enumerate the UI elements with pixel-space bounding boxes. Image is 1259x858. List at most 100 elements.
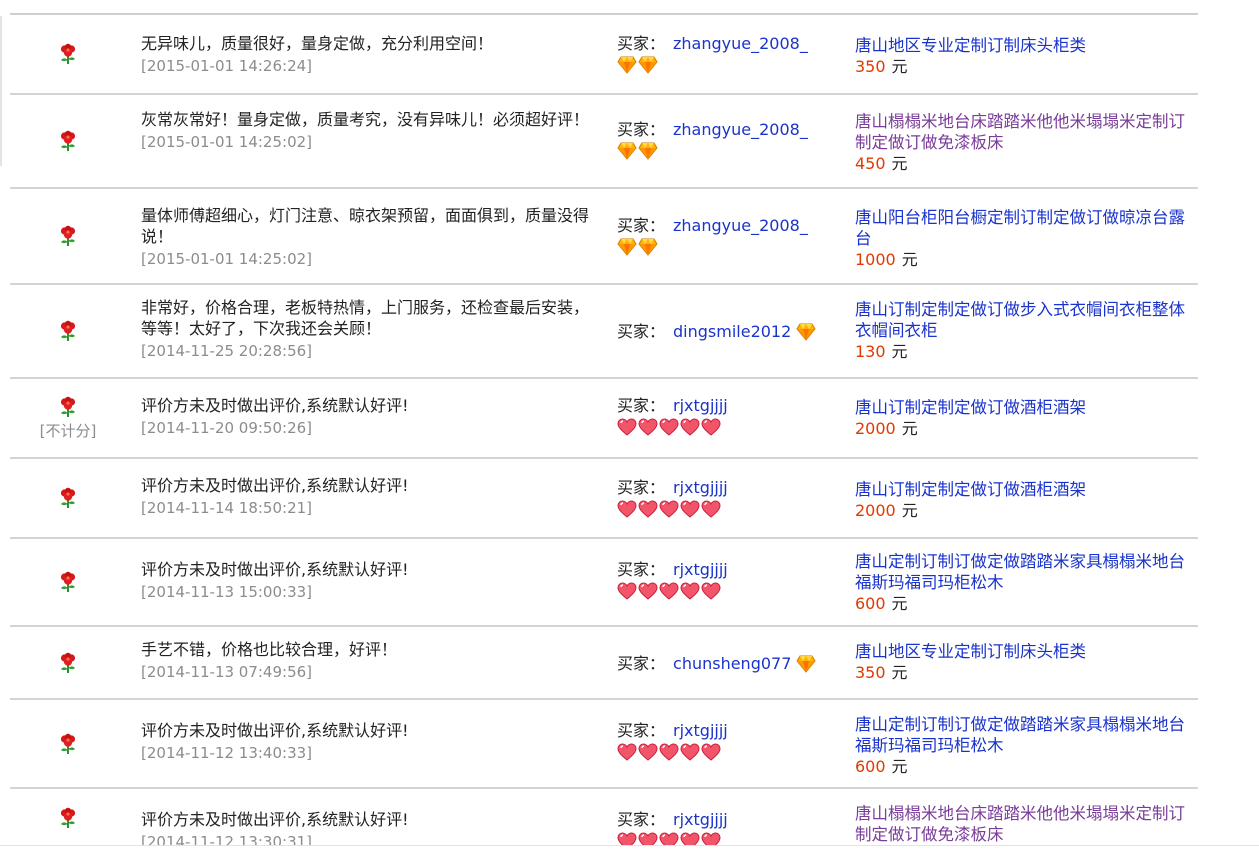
buyer-label: 买家： (617, 478, 666, 497)
review-time: [2014-11-20 09:50:26] (141, 419, 313, 437)
review-comment: 非常好，价格合理，老板特热情，上门服务，还检查最后安装，等等！太好了，下次我还会… (141, 298, 590, 338)
heart-icon (701, 418, 721, 436)
red-flower-icon (57, 225, 79, 247)
red-flower-icon (57, 571, 79, 593)
product-price: 130 (855, 342, 886, 361)
product-cell: 唐山定制订制订做定做踏踏米家具榻榻米地台福斯玛福司玛柜松木 600 元 (855, 551, 1185, 614)
product-price: 2000 (855, 419, 896, 438)
heart-icon (701, 500, 721, 518)
comment-cell: 手艺不错，价格也比较合理，好评！ [2014-11-13 07:49:56] (141, 639, 601, 683)
red-flower-icon (57, 130, 79, 152)
product-link[interactable]: 唐山定制订制订做定做踏踏米家具榻榻米地台福斯玛福司玛柜松木 (855, 551, 1185, 593)
buyer-credit-badges (617, 237, 847, 257)
product-link[interactable]: 唐山订制定制定做订做酒柜酒架 (855, 397, 1185, 418)
diamond-icon (638, 142, 658, 160)
product-link[interactable]: 唐山榻榻米地台床踏踏米他他米塌塌米定制订制定做订做免漆板床 (855, 803, 1185, 845)
buyer-name-link[interactable]: zhangyue_2008_ (673, 215, 808, 236)
heart-icon (617, 500, 637, 518)
product-cell: 唐山地区专业定制订制床头柜类 350 元 (855, 35, 1185, 77)
review-time: [2015-01-01 14:25:02] (141, 250, 313, 268)
rating-cell (10, 459, 126, 537)
buyer-line: 买家： rjxtgjjjj (617, 720, 847, 741)
product-cell: 唐山订制定制定做订做酒柜酒架 2000 元 (855, 397, 1185, 439)
bottom-edge (0, 845, 1259, 858)
buyer-name-link[interactable]: zhangyue_2008_ (673, 33, 808, 54)
price-line: 2000 元 (855, 500, 1185, 521)
heart-icon (638, 582, 658, 600)
currency-unit: 元 (891, 342, 908, 361)
buyer-credit-badges (617, 581, 847, 601)
product-price: 600 (855, 594, 886, 613)
rating-cell (10, 789, 126, 847)
buyer-name-link[interactable]: rjxtgjjjj (673, 395, 728, 416)
no-count-label: [不计分] (39, 421, 97, 440)
comment-cell: 评价方未及时做出评价,系统默认好评! [2014-11-20 09:50:26] (141, 395, 601, 439)
buyer-cell: 买家： zhangyue_2008_ (617, 215, 847, 257)
review-time: [2014-11-13 07:49:56] (141, 663, 313, 681)
buyer-cell: 买家： rjxtgjjjj (617, 477, 847, 519)
buyer-label: 买家： (617, 34, 666, 53)
buyer-name-link[interactable]: rjxtgjjjj (673, 559, 728, 580)
price-line: 2000 元 (855, 418, 1185, 439)
product-link[interactable]: 唐山订制定制定做订做步入式衣帽间衣柜整体衣帽间衣柜 (855, 299, 1185, 341)
heart-icon (680, 743, 700, 761)
buyer-name-link[interactable]: rjxtgjjjj (673, 720, 728, 741)
comment-cell: 评价方未及时做出评价,系统默认好评! [2014-11-12 13:40:33] (141, 720, 601, 764)
heart-icon (638, 500, 658, 518)
buyer-name-link[interactable]: chunsheng077 (673, 653, 791, 674)
rating-cell (10, 189, 126, 283)
diamond-icon (796, 323, 816, 341)
buyer-name-link[interactable]: rjxtgjjjj (673, 477, 728, 498)
comment-cell: 非常好，价格合理，老板特热情，上门服务，还检查最后安装，等等！太好了，下次我还会… (141, 297, 601, 362)
product-link[interactable]: 唐山地区专业定制订制床头柜类 (855, 35, 1185, 56)
product-link[interactable]: 唐山订制定制定做订做酒柜酒架 (855, 479, 1185, 500)
currency-unit: 元 (901, 419, 918, 438)
product-cell: 唐山地区专业定制订制床头柜类 350 元 (855, 641, 1185, 683)
red-flower-icon (57, 807, 79, 829)
buyer-cell: 买家： rjxtgjjjj (617, 395, 847, 437)
buyer-cell: 买家： dingsmile2012 (617, 321, 847, 342)
buyer-line: 买家： chunsheng077 (617, 653, 847, 674)
review-comment: 评价方未及时做出评价,系统默认好评! (141, 810, 409, 829)
rating-cell: [不计分] (10, 379, 126, 457)
rating-cell (10, 285, 126, 377)
review-time: [2015-01-01 14:26:24] (141, 57, 313, 75)
heart-icon (701, 582, 721, 600)
buyer-line: 买家： rjxtgjjjj (617, 395, 847, 416)
product-link[interactable]: 唐山榻榻米地台床踏踏米他他米塌塌米定制订制定做订做免漆板床 (855, 111, 1185, 153)
diamond-icon (617, 56, 637, 74)
review-time: [2014-11-12 13:40:33] (141, 744, 313, 762)
price-line: 600 元 (855, 593, 1185, 614)
buyer-cell: 买家： chunsheng077 (617, 653, 847, 674)
product-price: 350 (855, 663, 886, 682)
buyer-label: 买家： (617, 721, 666, 740)
buyer-credit-badges (617, 55, 847, 75)
red-flower-icon (57, 652, 79, 674)
heart-icon (659, 582, 679, 600)
comment-cell: 评价方未及时做出评价,系统默认好评! [2014-11-12 13:30:31] (141, 809, 601, 847)
product-link[interactable]: 唐山阳台柜阳台橱定制订制定做订做晾凉台露台 (855, 207, 1185, 249)
product-price: 2000 (855, 501, 896, 520)
buyer-name-link[interactable]: zhangyue_2008_ (673, 119, 808, 140)
buyer-name-link[interactable]: dingsmile2012 (673, 321, 791, 342)
product-cell: 唐山订制定制定做订做酒柜酒架 2000 元 (855, 479, 1185, 521)
diamond-icon (638, 56, 658, 74)
buyer-line: 买家： dingsmile2012 (617, 321, 847, 342)
buyer-cell: 买家： zhangyue_2008_ (617, 119, 847, 161)
heart-icon (617, 418, 637, 436)
rating-cell (10, 627, 126, 698)
heart-icon (680, 418, 700, 436)
scrollbar[interactable] (0, 16, 2, 166)
product-link[interactable]: 唐山定制订制订做定做踏踏米家具榻榻米地台福斯玛福司玛柜松木 (855, 714, 1185, 756)
product-cell: 唐山阳台柜阳台橱定制订制定做订做晾凉台露台 1000 元 (855, 207, 1185, 270)
product-cell: 唐山榻榻米地台床踏踏米他他米塌塌米定制订制定做订做免漆板床 (855, 803, 1185, 845)
comment-cell: 评价方未及时做出评价,系统默认好评! [2014-11-14 18:50:21] (141, 475, 601, 519)
review-row: 手艺不错，价格也比较合理，好评！ [2014-11-13 07:49:56] 买家：… (10, 627, 1198, 700)
buyer-name-link[interactable]: rjxtgjjjj (673, 809, 728, 830)
product-link[interactable]: 唐山地区专业定制订制床头柜类 (855, 641, 1185, 662)
buyer-line: 买家： rjxtgjjjj (617, 559, 847, 580)
review-row: 非常好，价格合理，老板特热情，上门服务，还检查最后安装，等等！太好了，下次我还会… (10, 285, 1198, 379)
heart-icon (617, 743, 637, 761)
currency-unit: 元 (891, 757, 908, 776)
price-line: 600 元 (855, 756, 1185, 777)
